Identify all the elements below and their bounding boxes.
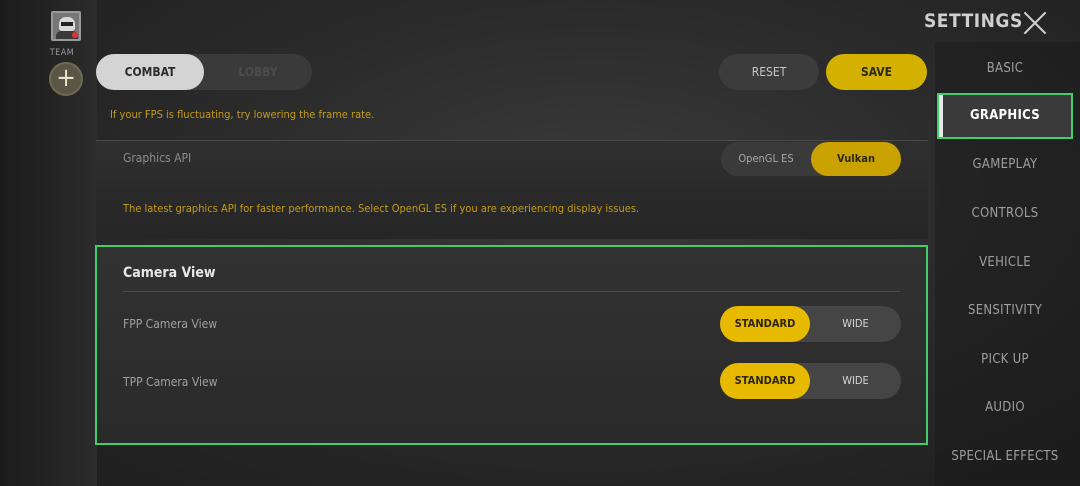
mode-toggle: COMBAT LOBBY (96, 54, 312, 90)
menu-item-vehicle[interactable]: VEHICLE (937, 240, 1073, 286)
tpp-option-standard[interactable]: STANDARD (720, 363, 810, 399)
fpp-camera-toggle: STANDARD WIDE (720, 306, 901, 342)
camera-view-panel: Camera View FPP Camera View STANDARD WID… (95, 245, 928, 445)
menu-item-graphics[interactable]: GRAPHICS (937, 93, 1073, 139)
graphics-api-toggle: OpenGL ES Vulkan (721, 142, 901, 176)
settings-title: SETTINGS (924, 10, 1023, 32)
left-rail (0, 0, 97, 486)
menu-item-gameplay[interactable]: GAMEPLAY (937, 142, 1073, 188)
fpp-option-wide[interactable]: WIDE (810, 306, 901, 342)
save-button[interactable]: SAVE (826, 54, 927, 90)
fps-hint: If your FPS is fluctuating, try lowering… (110, 108, 375, 121)
menu-item-sensitivity[interactable]: SENSITIVITY (937, 288, 1073, 334)
tab-lobby[interactable]: LOBBY (204, 54, 312, 90)
graphics-api-panel: Graphics API OpenGL ES Vulkan The latest… (96, 140, 928, 239)
menu-item-pick-up[interactable]: PICK UP (937, 337, 1073, 383)
tpp-camera-label: TPP Camera View (123, 375, 218, 389)
visor-shape (61, 22, 73, 26)
option-opengl-es[interactable]: OpenGL ES (721, 142, 811, 176)
tpp-option-wide[interactable]: WIDE (810, 363, 901, 399)
divider (123, 291, 900, 292)
avatar[interactable] (51, 11, 81, 41)
fpp-camera-label: FPP Camera View (123, 317, 218, 331)
camera-view-title: Camera View (123, 265, 216, 281)
menu-item-controls[interactable]: CONTROLS (937, 191, 1073, 237)
option-vulkan[interactable]: Vulkan (811, 142, 901, 176)
graphics-api-label: Graphics API (123, 151, 192, 165)
status-dot (72, 32, 78, 38)
tab-combat[interactable]: COMBAT (96, 54, 204, 90)
add-teammate-button[interactable]: + (49, 62, 83, 96)
close-icon[interactable] (1022, 10, 1048, 36)
fpp-option-standard[interactable]: STANDARD (720, 306, 810, 342)
plus-icon: + (56, 63, 76, 93)
team-label: TEAM (49, 48, 75, 58)
menu-item-audio[interactable]: AUDIO (937, 385, 1073, 431)
reset-button[interactable]: RESET (719, 54, 819, 90)
tpp-camera-toggle: STANDARD WIDE (720, 363, 901, 399)
graphics-api-description: The latest graphics API for faster perfo… (123, 202, 640, 215)
menu-item-special-effects[interactable]: SPECIAL EFFECTS (937, 434, 1073, 480)
menu-item-basic[interactable]: BASIC (937, 46, 1073, 92)
